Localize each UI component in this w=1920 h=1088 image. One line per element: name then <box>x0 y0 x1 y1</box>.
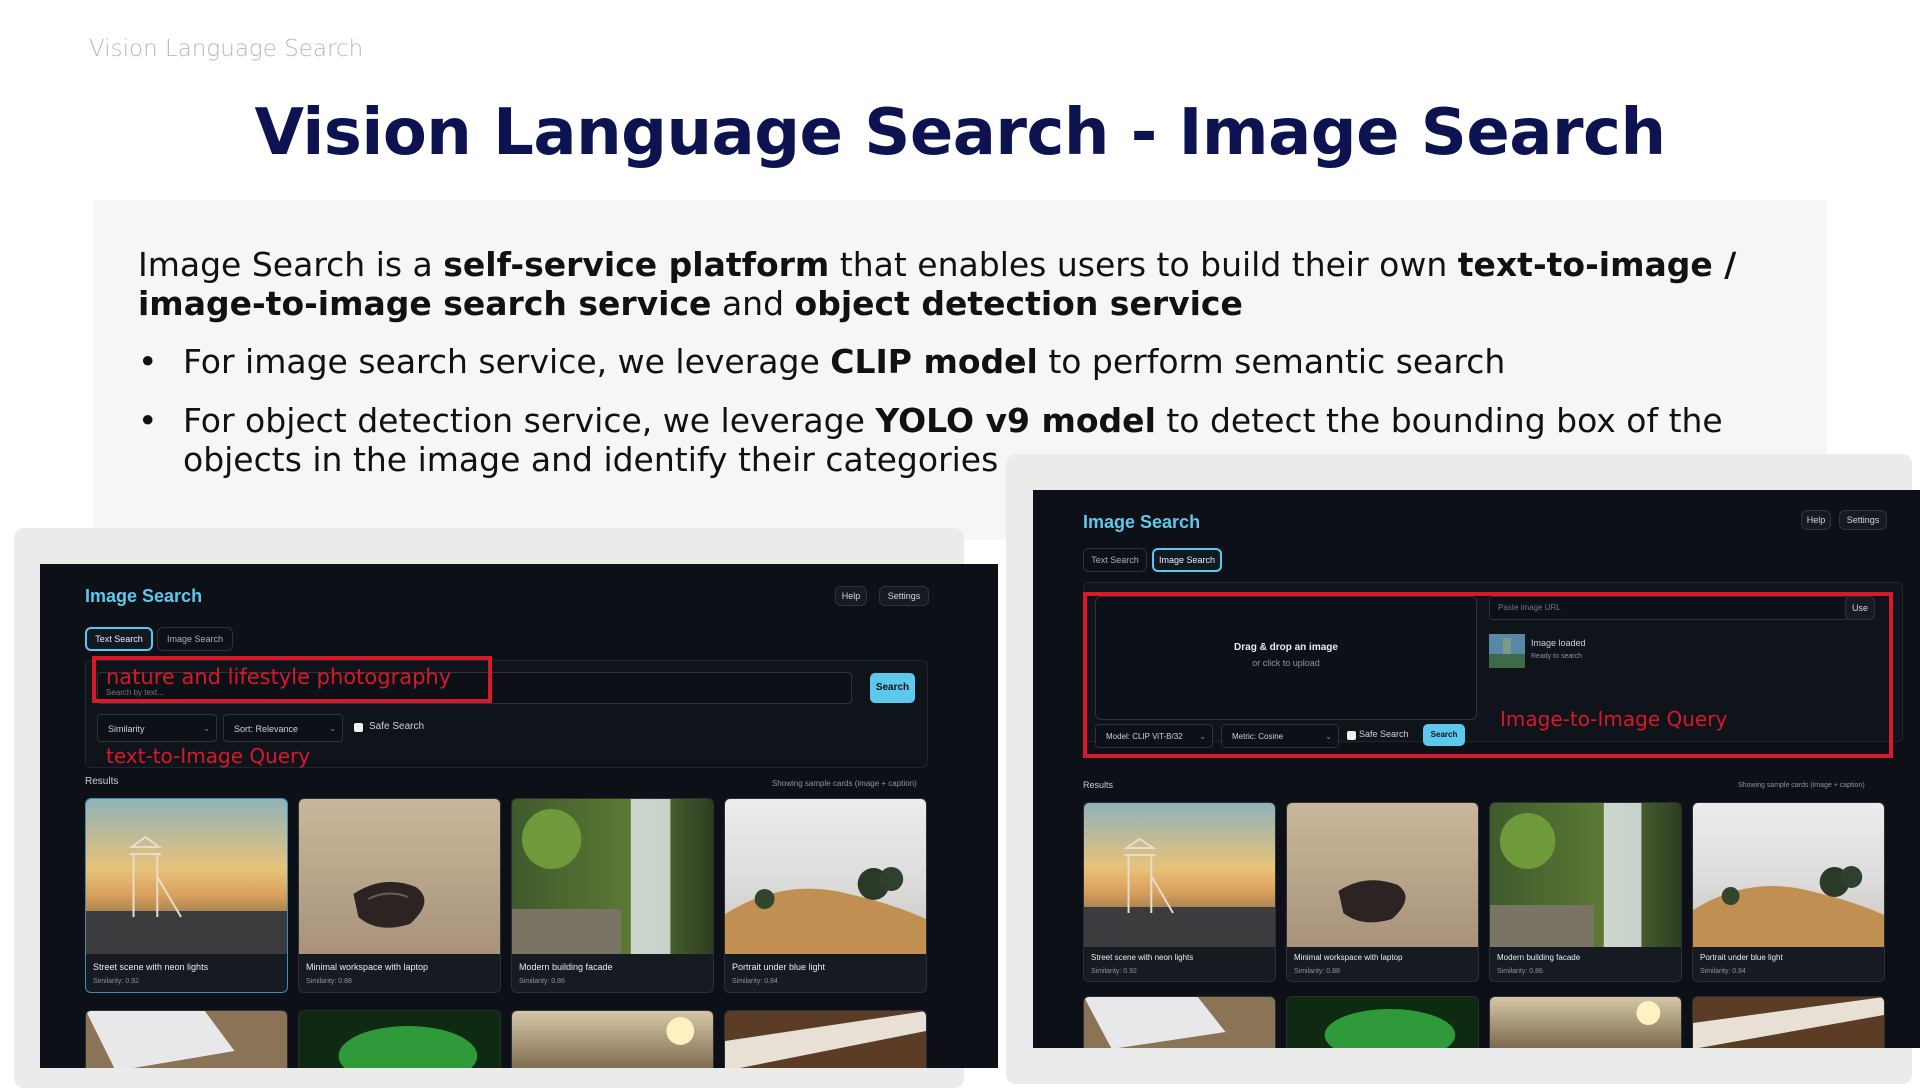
similarity-select-label: Similarity <box>108 724 145 734</box>
leaf-thumbnail <box>299 1011 500 1068</box>
result-card[interactable]: Portrait under blue light Similarity: 0.… <box>1692 802 1885 982</box>
card-similarity: Similarity: 0.84 <box>732 978 778 985</box>
card-similarity: Similarity: 0.92 <box>1091 968 1137 975</box>
bullet-item-clip: • For image search service, we leverage C… <box>138 342 1798 381</box>
card-caption: Portrait under blue light <box>1700 953 1783 962</box>
card-similarity: Similarity: 0.86 <box>1497 968 1543 975</box>
card-similarity: Similarity: 0.92 <box>93 978 139 985</box>
card-caption: Modern building facade <box>1497 953 1581 962</box>
results-note: Showing sample cards (image + caption) <box>772 779 917 788</box>
intro-bold-1: self-service platform <box>443 245 830 284</box>
hill-thumbnail <box>1693 803 1884 947</box>
slide-header: Vision Language Search <box>89 36 364 62</box>
results-label: Results <box>85 776 119 787</box>
result-card[interactable] <box>1286 996 1479 1048</box>
result-card[interactable] <box>298 1010 501 1068</box>
left-app-window: Image Search Help Settings Text Search I… <box>40 564 998 1068</box>
waterfall-thumbnail <box>512 799 713 954</box>
sand-thumbnail <box>299 799 500 954</box>
intro-text-3: and <box>711 284 795 323</box>
right-app-window: Image Search Help Settings Text Search I… <box>1033 490 1920 1048</box>
sunset-thumbnail <box>1490 997 1681 1048</box>
settings-button[interactable]: Settings <box>1839 510 1887 530</box>
help-button[interactable]: Help <box>1801 510 1831 530</box>
result-card[interactable]: Modern building facade Similarity: 0.86 <box>1489 802 1682 982</box>
sort-select[interactable]: Sort: Relevance ⌄ <box>223 714 343 742</box>
image-query-highlight <box>1083 592 1893 758</box>
result-card[interactable] <box>511 1010 714 1068</box>
intro-text-2: that enables users to build their own <box>829 245 1458 284</box>
card-caption: Modern building facade <box>519 962 613 972</box>
result-card[interactable]: Minimal workspace with laptop Similarity… <box>298 798 501 993</box>
sand-thumbnail <box>1287 803 1478 947</box>
result-card[interactable]: Modern building facade Similarity: 0.86 <box>511 798 714 993</box>
result-card[interactable]: Street scene with neon lights Similarity… <box>1083 802 1276 982</box>
text-to-image-annotation: text-to-Image Query <box>106 744 311 768</box>
card-caption: Street scene with neon lights <box>1091 953 1194 962</box>
sort-select-label: Sort: Relevance <box>234 724 299 734</box>
hill-thumbnail <box>725 799 926 954</box>
search-button[interactable]: Search <box>870 673 915 703</box>
result-card[interactable] <box>724 1010 927 1068</box>
chevron-down-icon: ⌄ <box>329 724 336 733</box>
help-button[interactable]: Help <box>835 586 867 606</box>
safe-search-checkbox[interactable] <box>354 723 363 732</box>
result-card[interactable] <box>1692 996 1885 1048</box>
bullet-text: For image search service, we leverage <box>183 342 831 381</box>
wood-thumbnail <box>725 1011 926 1068</box>
intro-bold-3: object detection service <box>794 284 1243 323</box>
intro-paragraph: Image Search is a self-service platform … <box>138 245 1818 323</box>
card-similarity: Similarity: 0.86 <box>519 978 565 985</box>
card-caption: Minimal workspace with laptop <box>1294 953 1403 962</box>
waterfall-thumbnail <box>1490 803 1681 947</box>
card-similarity: Similarity: 0.84 <box>1700 968 1746 975</box>
bullet-dot: • <box>138 342 158 381</box>
bullet-bold: CLIP model <box>830 342 1038 381</box>
wood-thumbnail <box>1693 997 1884 1048</box>
app-title: Image Search <box>1083 512 1201 532</box>
card-caption: Street scene with neon lights <box>93 962 209 972</box>
query-text: nature and lifestyle photography <box>106 665 452 689</box>
result-card[interactable] <box>1083 996 1276 1048</box>
card-caption: Portrait under blue light <box>732 962 826 972</box>
beach-thumbnail <box>86 799 287 954</box>
desk-thumbnail <box>86 1011 287 1068</box>
tab-image-search[interactable]: Image Search <box>1152 548 1222 572</box>
card-similarity: Similarity: 0.88 <box>1294 968 1340 975</box>
tab-text-search[interactable]: Text Search <box>85 627 153 651</box>
bullet-text: to perform semantic search <box>1037 342 1506 381</box>
bullet-text: For object detection service, we leverag… <box>183 401 876 440</box>
safe-search-label: Safe Search <box>369 721 425 732</box>
results-note: Showing sample cards (image + caption) <box>1738 782 1865 789</box>
app-title: Image Search <box>85 586 203 606</box>
sunset-thumbnail <box>512 1011 713 1068</box>
result-card[interactable]: Street scene with neon lights Similarity… <box>85 798 288 993</box>
intro-text-1: Image Search is a <box>138 245 444 284</box>
leaf-thumbnail <box>1287 997 1478 1048</box>
bullet-bold: YOLO v9 model <box>875 401 1156 440</box>
card-caption: Minimal workspace with laptop <box>306 962 429 972</box>
desk-thumbnail <box>1084 997 1275 1048</box>
result-card[interactable] <box>85 1010 288 1068</box>
result-card[interactable] <box>1489 996 1682 1048</box>
card-similarity: Similarity: 0.88 <box>306 978 352 985</box>
similarity-select[interactable]: Similarity ⌄ <box>97 714 217 742</box>
tab-image-search[interactable]: Image Search <box>157 627 233 651</box>
result-card[interactable]: Portrait under blue light Similarity: 0.… <box>724 798 927 993</box>
settings-button[interactable]: Settings <box>879 586 929 606</box>
beach-thumbnail <box>1084 803 1275 947</box>
results-label: Results <box>1083 780 1114 790</box>
result-card[interactable]: Minimal workspace with laptop Similarity… <box>1286 802 1479 982</box>
tab-text-search[interactable]: Text Search <box>1083 548 1147 572</box>
slide-title: Vision Language Search - Image Search <box>254 96 1666 170</box>
bullet-dot: • <box>138 401 158 440</box>
chevron-down-icon: ⌄ <box>203 724 210 733</box>
image-to-image-annotation: Image-to-Image Query <box>1500 707 1728 731</box>
